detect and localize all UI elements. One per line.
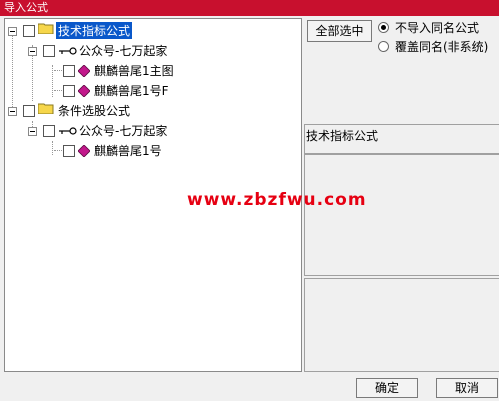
tree-node-label[interactable]: 公众号-七万起家 xyxy=(79,42,167,59)
cancel-button[interactable]: 取消 xyxy=(436,378,498,398)
collapse-toggle[interactable] xyxy=(28,47,37,56)
watermark-text: www.zbzfwu.com xyxy=(187,190,367,210)
folder-icon xyxy=(38,23,54,34)
tree-line xyxy=(12,31,13,111)
node-checkbox[interactable] xyxy=(43,125,55,137)
formula-gem-icon xyxy=(78,145,90,157)
collapse-toggle[interactable] xyxy=(8,107,17,116)
node-checkbox[interactable] xyxy=(43,45,55,57)
radio-overwrite-label: 覆盖同名(非系统) xyxy=(395,40,489,54)
radio-no-import[interactable]: 不导入同名公式 xyxy=(378,20,479,36)
select-all-button[interactable]: 全部选中 xyxy=(307,20,372,42)
formula-gem-icon xyxy=(78,85,90,97)
folder-icon xyxy=(38,103,54,114)
node-checkbox[interactable] xyxy=(63,145,75,157)
tree-line xyxy=(52,141,53,155)
node-checkbox[interactable] xyxy=(63,85,75,97)
key-icon xyxy=(59,127,77,135)
info-description-panel xyxy=(304,154,499,276)
tree-line xyxy=(52,65,53,97)
tree-node-label[interactable]: 麒麟兽尾1号F xyxy=(94,82,169,99)
node-checkbox[interactable] xyxy=(23,25,35,37)
node-checkbox[interactable] xyxy=(63,65,75,77)
collapse-toggle[interactable] xyxy=(8,27,17,36)
tree-node-label[interactable]: 麒麟兽尾1主图 xyxy=(94,62,174,79)
radio-no-import-dot[interactable] xyxy=(378,22,389,33)
tree-node-label[interactable]: 条件选股公式 xyxy=(58,102,130,119)
radio-overwrite[interactable]: 覆盖同名(非系统) xyxy=(378,39,488,55)
radio-overwrite-dot[interactable] xyxy=(378,41,389,52)
collapse-toggle[interactable] xyxy=(28,127,37,136)
tree-node-label[interactable]: 麒麟兽尾1号 xyxy=(94,142,162,159)
node-checkbox[interactable] xyxy=(23,105,35,117)
window-title: 导入公式 xyxy=(4,1,48,14)
title-bar: 导入公式 xyxy=(0,0,499,16)
ok-button[interactable]: 确定 xyxy=(356,378,418,398)
tree-node-label[interactable]: 技术指标公式 xyxy=(56,22,133,39)
radio-no-import-label: 不导入同名公式 xyxy=(395,21,480,35)
info-detail-panel xyxy=(304,278,499,372)
tree-node-label[interactable]: 公众号-七万起家 xyxy=(79,122,167,139)
info-title: 技术指标公式 xyxy=(306,129,379,143)
key-icon xyxy=(59,47,77,55)
formula-gem-icon xyxy=(78,65,90,77)
